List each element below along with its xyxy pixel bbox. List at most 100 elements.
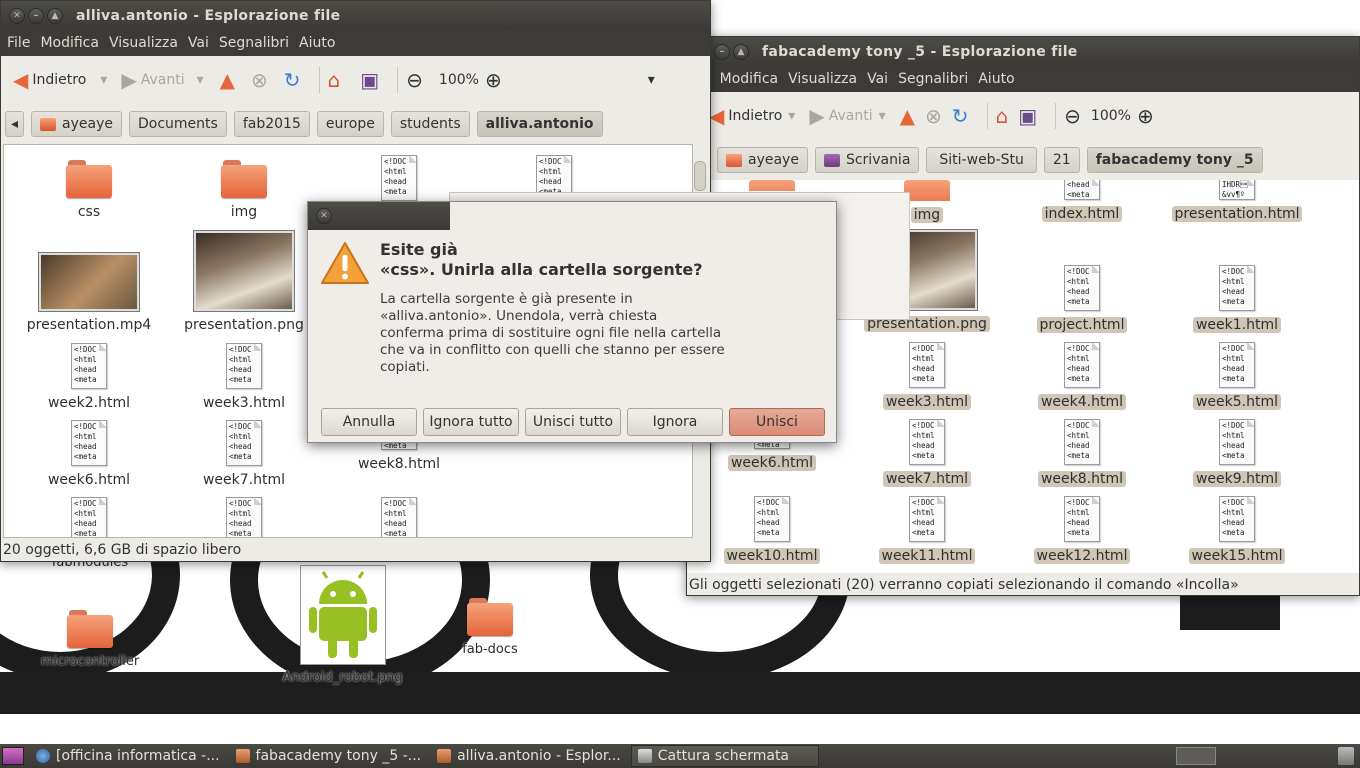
menu-aiuto[interactable]: Aiuto [299, 35, 335, 51]
file-item-project[interactable]: <!DOC <html <head <meta project.html [1007, 265, 1157, 333]
menu-vai[interactable]: Vai [867, 71, 888, 87]
file-item-presentation-mp4[interactable]: presentation.mp4 [14, 253, 164, 333]
file-item-html-row5-2[interactable]: <!DOC <html <head <meta [169, 497, 319, 537]
forward-button[interactable]: ▶ Avanti [121, 68, 184, 92]
toolbar-separator [1055, 103, 1057, 129]
html-file-icon: <!DOC<html<head<meta [226, 497, 262, 537]
file-item-week7[interactable]: <!DOC <html <head <meta week7.html [169, 420, 319, 488]
menu-modifica[interactable]: Modifica [720, 71, 779, 87]
file-item-week2[interactable]: <!DOC <html <head <meta week2.html [14, 343, 164, 411]
file-item-week5[interactable]: <!DOC <html <head <meta week5.html [1162, 342, 1312, 410]
path-scroll-left-button[interactable]: ◂ [5, 111, 25, 137]
file-item-week8[interactable]: <!DOC <html <head <meta week8.html [1007, 419, 1157, 487]
file-item-index[interactable]: <head <meta index.html [1007, 180, 1157, 222]
dialog-close-icon[interactable]: ✕ [316, 208, 332, 224]
menu-file[interactable]: File [7, 35, 30, 51]
path-crumb-students[interactable]: students [390, 111, 470, 137]
taskbar-item-browser[interactable]: [officina informatica -... [30, 745, 226, 767]
stop-button[interactable]: ⊗ [251, 68, 272, 92]
toolbar-separator [986, 103, 988, 129]
forward-history-dropdown[interactable]: ▾ [197, 72, 204, 88]
file-item-week15[interactable]: <!DOC <html <head <meta week15.html [1162, 496, 1312, 564]
menu-vai[interactable]: Vai [188, 35, 209, 51]
up-button[interactable]: ▲ [900, 104, 919, 128]
path-crumb-scrivania[interactable]: Scrivania [814, 147, 920, 173]
stop-button[interactable]: ⊗ [925, 104, 946, 128]
merge-button[interactable]: Unisci [729, 408, 825, 436]
zoom-out-button[interactable]: ⊖ [406, 68, 427, 92]
forward-history-dropdown[interactable]: ▾ [879, 108, 886, 124]
path-crumb-documents[interactable]: Documents [129, 111, 227, 137]
computer-button[interactable]: ▣ [1018, 104, 1041, 128]
back-button[interactable]: ◀ Indietro [709, 104, 782, 128]
home-button[interactable]: ⌂ [996, 104, 1013, 128]
path-crumb-alliva-antonio[interactable]: alliva.antonio [476, 111, 603, 137]
taskbar-item-alliva[interactable]: alliva.antonio - Esplor... [431, 745, 627, 767]
file-item-week7[interactable]: <!DOC <html <head <meta week7.html [852, 419, 1002, 487]
home-button[interactable]: ⌂ [328, 68, 345, 92]
html-file-icon: <!DOC<html<head<meta [71, 343, 107, 389]
cancel-button[interactable]: Annulla [321, 408, 417, 436]
title-bar[interactable]: ✕ – ▲ alliva.antonio - Esplorazione file [1, 1, 710, 30]
taskbar-item-screenshot[interactable]: Cattura schermata [630, 745, 819, 767]
file-item-week11[interactable]: <!DOC <html <head <meta week11.html [852, 496, 1002, 564]
minimize-window-icon[interactable]: – [28, 7, 44, 24]
minimize-window-icon[interactable]: – [714, 43, 730, 60]
back-button[interactable]: ◀ Indietro [13, 68, 86, 92]
path-crumb-fab2015[interactable]: fab2015 [233, 111, 310, 137]
menu-visualizza[interactable]: Visualizza [109, 35, 178, 51]
file-item-week3[interactable]: <!DOC <html <head <meta week3.html [852, 342, 1002, 410]
maximize-window-icon[interactable]: ▲ [733, 43, 749, 60]
file-item-presentation-html[interactable]: IHDR &vv¶º presentation.html [1162, 180, 1312, 222]
skip-button[interactable]: Ignora [627, 408, 723, 436]
path-crumb-21[interactable]: 21 [1043, 147, 1080, 173]
title-bar[interactable]: ✕ – ▲ fabacademy tony _5 - Esplorazione … [687, 37, 1359, 66]
path-crumb-ayeaye[interactable]: ayeaye [31, 111, 122, 137]
back-history-dropdown[interactable]: ▾ [100, 72, 107, 88]
show-desktop-icon[interactable] [2, 747, 24, 765]
forward-button[interactable]: ▶ Avanti [809, 104, 872, 128]
zoom-out-button[interactable]: ⊖ [1064, 104, 1085, 128]
file-item-css[interactable]: css [14, 160, 164, 220]
desktop-icon-microcontroller[interactable]: microcontroller [30, 610, 150, 669]
dialog-titlebar[interactable]: ✕ [308, 202, 450, 230]
path-crumb-siti-web[interactable]: Siti-web-Stu [926, 147, 1037, 173]
up-button[interactable]: ▲ [220, 68, 239, 92]
reload-button[interactable]: ↻ [952, 104, 973, 128]
menu-segnalibri[interactable]: Segnalibri [898, 71, 968, 87]
file-item-week3[interactable]: <!DOC <html <head <meta week3.html [169, 343, 319, 411]
menu-modifica[interactable]: Modifica [40, 35, 99, 51]
merge-all-button[interactable]: Unisci tutto [525, 408, 621, 436]
path-crumb-europe[interactable]: europe [316, 111, 384, 137]
file-item-week6[interactable]: <!DOC <html <head <meta week6.html [14, 420, 164, 488]
menu-segnalibri[interactable]: Segnalibri [219, 35, 289, 51]
workspace-switcher[interactable] [1176, 747, 1216, 765]
toolbar-overflow-dropdown[interactable]: ▾ [648, 72, 655, 88]
file-item-img[interactable]: img [169, 160, 319, 220]
desktop-icon-android[interactable]: Android_robot.png [270, 565, 415, 685]
skip-all-button[interactable]: Ignora tutto [423, 408, 519, 436]
trash-icon[interactable] [1338, 747, 1354, 765]
menu-visualizza[interactable]: Visualizza [788, 71, 857, 87]
close-window-icon[interactable]: ✕ [9, 7, 25, 24]
desktop-icon-fab-docs[interactable]: fab-docs [430, 598, 550, 657]
back-history-dropdown[interactable]: ▾ [788, 108, 795, 124]
file-item-week10[interactable]: <!DOC <html <head <meta week10.html [697, 496, 847, 564]
zoom-in-button[interactable]: ⊕ [485, 68, 506, 92]
file-item-week12[interactable]: <!DOC <html <head <meta week12.html [1007, 496, 1157, 564]
vertical-scrollbar[interactable] [694, 161, 706, 191]
file-item-presentation-png[interactable]: presentation.png [169, 231, 319, 333]
maximize-window-icon[interactable]: ▲ [47, 7, 63, 24]
file-item-html-row5-1[interactable]: <!DOC <html <head <meta [14, 497, 164, 537]
computer-button[interactable]: ▣ [360, 68, 383, 92]
file-item-week4[interactable]: <!DOC <html <head <meta week4.html [1007, 342, 1157, 410]
file-item-week1[interactable]: <!DOC <html <head <meta week1.html [1162, 265, 1312, 333]
file-item-html-row5-3[interactable]: <!DOC <html <head <meta [324, 497, 474, 537]
path-crumb-ayeaye[interactable]: ayeaye [717, 147, 808, 173]
reload-button[interactable]: ↻ [284, 68, 305, 92]
zoom-in-button[interactable]: ⊕ [1137, 104, 1158, 128]
file-item-week9[interactable]: <!DOC <html <head <meta week9.html [1162, 419, 1312, 487]
taskbar-item-fabacademy[interactable]: fabacademy tony _5 -... [230, 745, 428, 767]
path-crumb-fabacademy[interactable]: fabacademy tony _5 [1086, 147, 1263, 173]
menu-aiuto[interactable]: Aiuto [978, 71, 1014, 87]
